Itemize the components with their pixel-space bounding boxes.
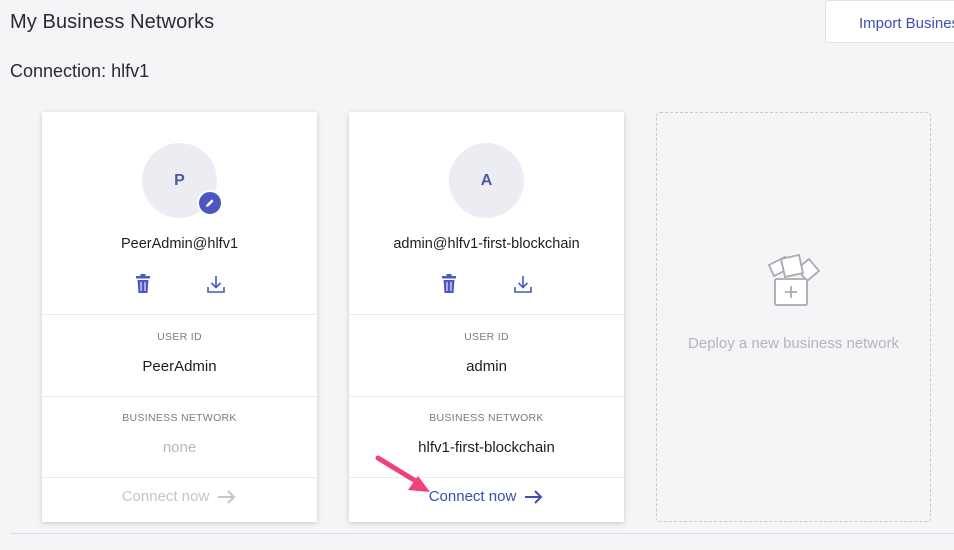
card-name: PeerAdmin@hlfv1 [120, 236, 239, 252]
user-id-value: admin [466, 358, 507, 375]
edit-badge[interactable] [197, 190, 223, 216]
deploy-new-network-tile[interactable]: Deploy a new business network [656, 112, 931, 522]
files-add-icon [767, 253, 821, 306]
page-title: My Business Networks [10, 11, 215, 33]
download-icon [514, 276, 532, 293]
user-id-label: USER ID [464, 331, 509, 343]
divider [42, 396, 317, 397]
avatar: A [449, 143, 524, 218]
trash-icon [136, 274, 150, 293]
avatar-initial: A [480, 171, 493, 189]
user-id-label: USER ID [157, 331, 202, 343]
business-network-label: BUSINESS NETWORK [429, 412, 544, 424]
user-id-value: PeerAdmin [142, 358, 217, 375]
annotation-arrow [375, 455, 430, 492]
business-network-label: BUSINESS NETWORK [122, 412, 237, 424]
divider [42, 314, 317, 315]
arrow-right-icon [525, 489, 543, 504]
delete-button[interactable] [132, 273, 154, 297]
card-name: admin@hlfv1-first-blockchain [393, 236, 580, 252]
trash-icon [442, 274, 456, 293]
divider [349, 314, 624, 315]
connect-now-label: Connect now [428, 488, 517, 505]
business-network-value: none [162, 439, 197, 456]
deploy-label: Deploy a new business network [688, 335, 899, 352]
identity-card-peeradmin: P PeerAdmin@hlfv1 USER ID PeerAdmin BUSI… [42, 112, 317, 522]
import-business-network-button[interactable]: Import Business Network [825, 0, 954, 43]
connect-now-link[interactable]: Connect now [42, 488, 317, 505]
bottom-divider [10, 533, 954, 534]
export-button[interactable] [512, 273, 534, 297]
divider [42, 477, 317, 478]
delete-button[interactable] [438, 273, 460, 297]
avatar-initial: P [174, 171, 185, 189]
connect-now-label: Connect now [121, 488, 210, 505]
arrow-right-icon [218, 489, 236, 504]
divider [349, 396, 624, 397]
export-button[interactable] [205, 273, 227, 297]
connection-title: Connection: hlfv1 [10, 61, 150, 81]
pencil-icon [206, 199, 214, 207]
download-icon [207, 276, 225, 293]
